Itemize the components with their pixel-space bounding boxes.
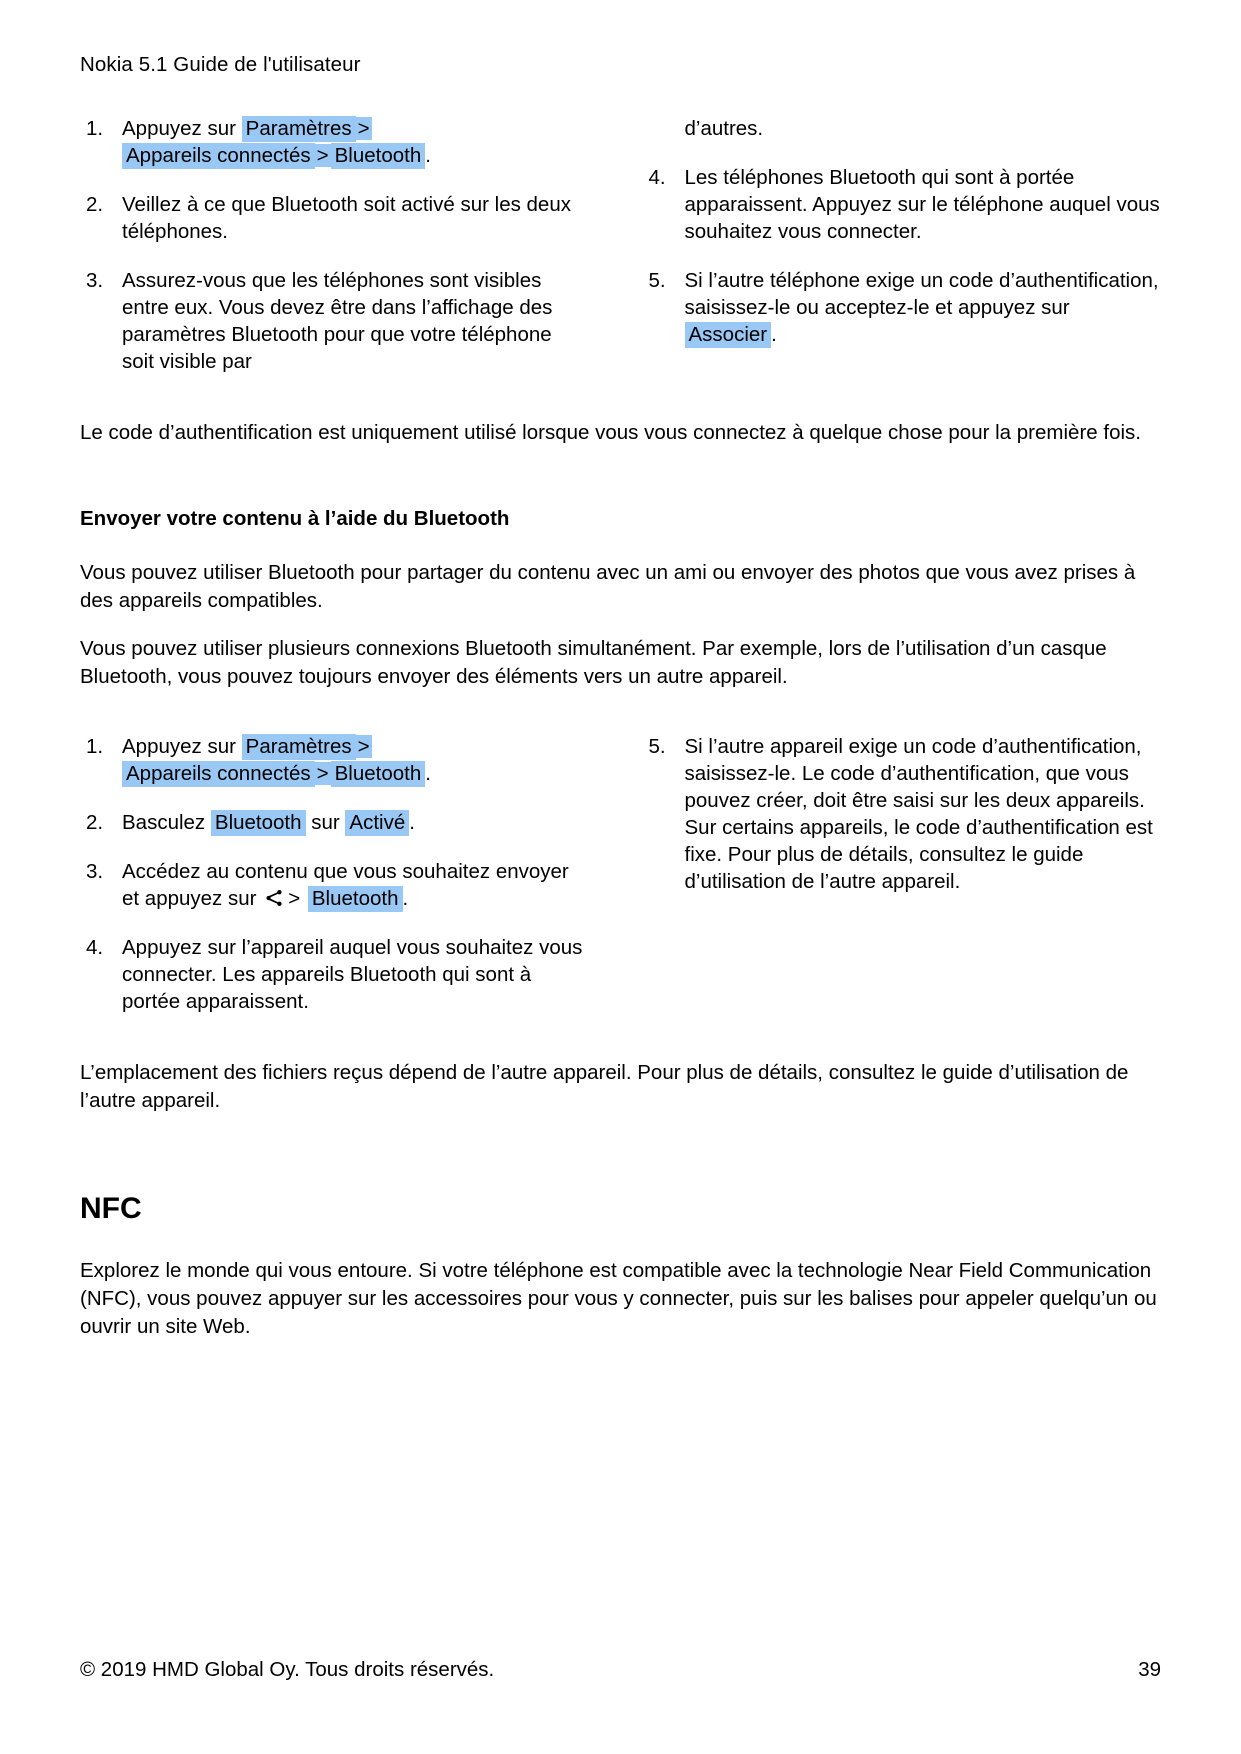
list-text-end: .: [409, 811, 415, 834]
list-text: Appuyez sur: [122, 117, 236, 140]
ui-toggle-chip-active[interactable]: Activé: [345, 810, 410, 836]
list-item: 2. Basculez Bluetooth sur Activé.: [80, 809, 583, 836]
list-item: 5. Si l’autre téléphone exige un code d’a…: [643, 267, 1162, 348]
list-text-end: .: [771, 323, 777, 346]
ui-path-chip-associer[interactable]: Associer: [684, 322, 772, 348]
list-item: 3. Assurez-vous que les téléphones sont v…: [80, 267, 583, 375]
list-number: 1.: [86, 117, 104, 140]
page-number: 39: [1138, 1658, 1161, 1681]
send-paragraph-2: Vous pouvez utiliser plusieurs connexion…: [80, 637, 1107, 688]
send-list-left: 1. Appuyez sur Paramètres > Appareils conn…: [80, 733, 583, 1015]
pairing-left-column: 1. Appuyez sur Paramètres > Appareils conn…: [80, 115, 621, 397]
pairing-right-column: d’autres. 4. Les téléphones Bluetooth qui…: [621, 115, 1162, 397]
path-separator: >: [288, 887, 301, 910]
ui-path-chip-parametres[interactable]: Paramètres: [241, 734, 356, 760]
send-paragraph-1: Vous pouvez utiliser Bluetooth pour part…: [80, 561, 1136, 612]
list-text: Assurez-vous que les téléphones sont vis…: [122, 269, 553, 373]
list-text: Basculez: [122, 811, 206, 834]
list-text-mid: sur: [311, 811, 340, 834]
pairing-list-left: 1. Appuyez sur Paramètres > Appareils conn…: [80, 115, 583, 375]
ui-path-chip-appareils-connectes[interactable]: Appareils connectés: [122, 143, 315, 169]
list-number: 1.: [86, 735, 104, 758]
list-item: 4. Appuyez sur l’appareil auquel vous sou…: [80, 934, 583, 1015]
list-text-end: .: [402, 887, 409, 910]
list-item: 1. Appuyez sur Paramètres > Appareils conn…: [80, 115, 583, 169]
list-number: 3.: [86, 269, 104, 292]
pairing-list-right: 4. Les téléphones Bluetooth qui sont à po…: [643, 164, 1162, 348]
list-text: Si l’autre appareil exige un code d’auth…: [684, 735, 1153, 893]
list-number: 5.: [648, 269, 666, 292]
list-text: Appuyez sur l’appareil auquel vous souha…: [122, 936, 583, 1013]
list-item: 3. Accédez au contenu que vous souhaitez …: [80, 858, 583, 912]
send-left-column: 1. Appuyez sur Paramètres > Appareils conn…: [80, 733, 621, 1037]
list-number: 3.: [86, 860, 104, 883]
copyright-text: © 2019 HMD Global Oy. Tous droits réserv…: [80, 1658, 495, 1681]
auth-code-note: Le code d’authentification est uniquemen…: [80, 421, 1141, 444]
list-text: Veillez à ce que Bluetooth soit activé s…: [122, 193, 571, 243]
send-list-right: 5. Si l’autre appareil exige un code d’au…: [643, 733, 1162, 895]
nfc-paragraph: Explorez le monde qui vous entoure. Si v…: [80, 1259, 1157, 1338]
list-item: 1. Appuyez sur Paramètres > Appareils conn…: [80, 733, 583, 787]
ui-path-chip-bluetooth[interactable]: Bluetooth: [307, 886, 403, 912]
list-text: Appuyez sur: [122, 735, 236, 758]
ui-path-chip-parametres[interactable]: Paramètres: [241, 116, 356, 142]
path-separator: >: [355, 735, 372, 758]
list-text-end: .: [425, 762, 431, 785]
list-continuation: d’autres.: [684, 117, 764, 140]
path-separator: >: [314, 144, 331, 167]
list-number: 5.: [648, 735, 666, 758]
send-instructions: 1. Appuyez sur Paramètres > Appareils conn…: [80, 733, 1161, 1037]
list-text-end: .: [425, 144, 431, 167]
list-number: 2.: [86, 811, 104, 834]
pairing-instructions: 1. Appuyez sur Paramètres > Appareils conn…: [80, 115, 1161, 397]
list-text: Les téléphones Bluetooth qui sont à port…: [684, 166, 1160, 243]
path-separator: >: [355, 117, 372, 140]
list-item: 2. Veillez à ce que Bluetooth soit activé…: [80, 191, 583, 245]
file-location-note: L’emplacement des fichiers reçus dépend …: [80, 1061, 1129, 1112]
list-item: 5. Si l’autre appareil exige un code d’au…: [643, 733, 1162, 895]
subheading-send-content: Envoyer votre contenu à l’aide du Blueto…: [80, 507, 510, 530]
section-heading-nfc: NFC: [80, 1192, 142, 1225]
page-header: Nokia 5.1 Guide de l'utilisateur: [80, 53, 361, 76]
ui-toggle-chip-bluetooth[interactable]: Bluetooth: [210, 810, 306, 836]
ui-path-chip-appareils-connectes[interactable]: Appareils connectés: [122, 761, 315, 787]
list-number: 2.: [86, 193, 104, 216]
list-number: 4.: [648, 166, 666, 189]
ui-path-chip-bluetooth[interactable]: Bluetooth: [330, 143, 426, 169]
ui-path-chip-bluetooth[interactable]: Bluetooth: [330, 761, 426, 787]
path-separator: >: [314, 762, 331, 785]
share-icon[interactable]: [264, 888, 284, 908]
list-text: Si l’autre téléphone exige un code d’aut…: [684, 269, 1159, 319]
list-number: 4.: [86, 936, 104, 959]
list-item: 4. Les téléphones Bluetooth qui sont à po…: [643, 164, 1162, 245]
document-page: Nokia 5.1 Guide de l'utilisateur 1. Appuy…: [0, 0, 1241, 1754]
send-right-column: 5. Si l’autre appareil exige un code d’au…: [621, 733, 1162, 1037]
page-footer: © 2019 HMD Global Oy. Tous droits réserv…: [80, 1658, 1161, 1682]
